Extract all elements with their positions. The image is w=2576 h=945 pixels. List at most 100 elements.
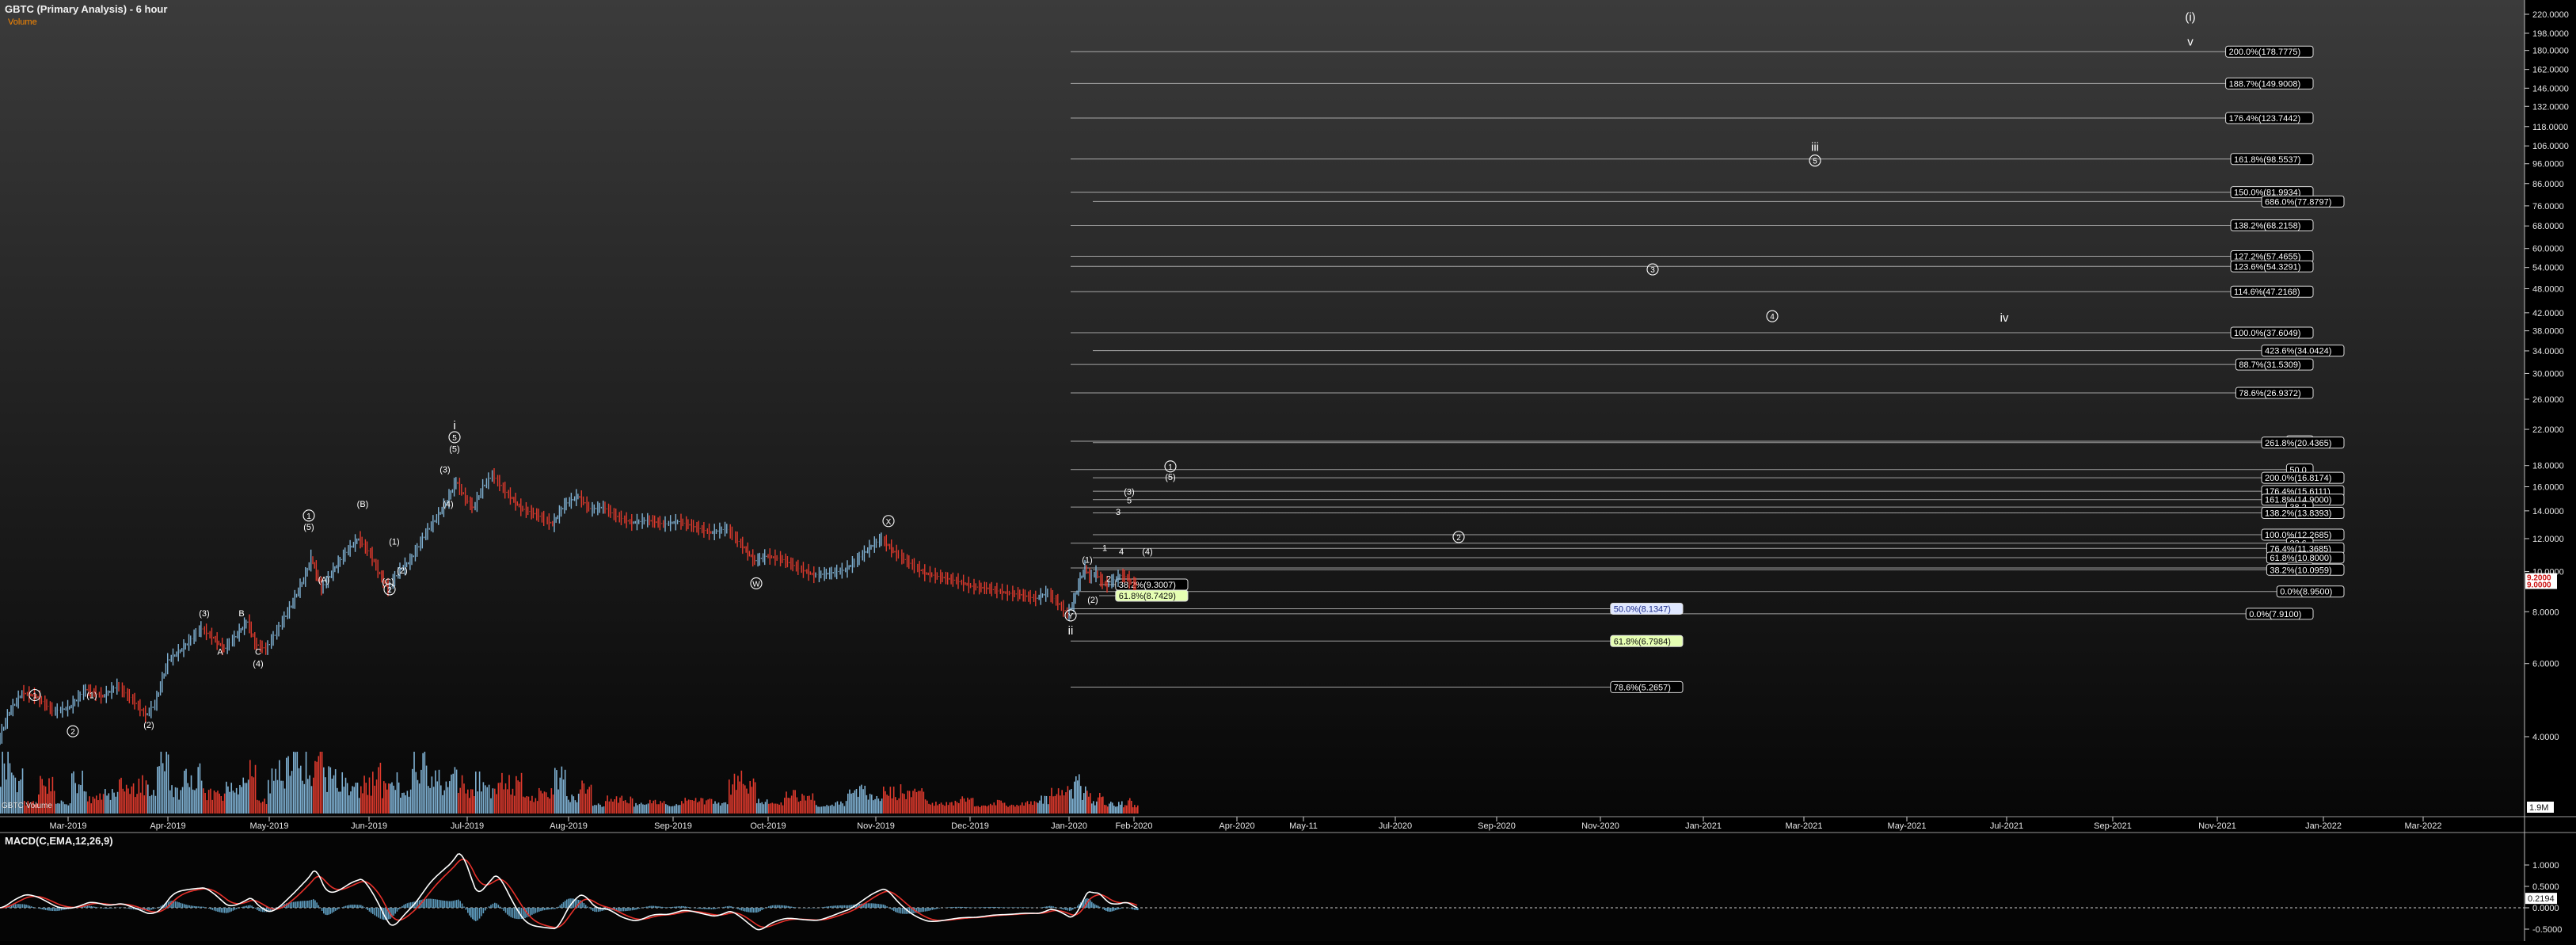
macd-histogram-bar (683, 906, 684, 908)
macd-histogram-bar (1013, 907, 1014, 908)
macd-histogram-bar (17, 904, 18, 908)
macd-histogram-bar (714, 908, 716, 909)
volume-bar (1085, 787, 1086, 814)
volume-bar (755, 782, 756, 814)
volume-bar (326, 792, 328, 814)
macd-histogram-bar (990, 907, 991, 908)
macd-histogram-bar (1115, 908, 1117, 910)
macd-histogram-bar (1113, 908, 1115, 911)
macd-histogram-bar (1069, 908, 1071, 911)
price-axis-label: 68.0000 (2532, 222, 2564, 231)
macd-histogram-bar (44, 908, 45, 909)
volume-bar (563, 779, 565, 814)
macd-histogram-bar (737, 908, 739, 909)
volume-bar (612, 802, 614, 814)
fib-level-label: 38.2%(9.3007) (1119, 581, 1176, 590)
volume-bar (332, 779, 333, 814)
volume-bar (819, 807, 820, 814)
macd-histogram-bar (313, 899, 314, 908)
volume-bar (264, 798, 265, 814)
volume-bar (508, 775, 510, 814)
macd-histogram-bar (474, 908, 475, 920)
volume-bar (930, 805, 931, 814)
macd-histogram-bar (45, 908, 47, 910)
macd-histogram-bar (177, 901, 178, 908)
volume-bar (790, 798, 791, 814)
volume-bar (549, 798, 550, 814)
macd-histogram-bar (782, 905, 784, 908)
volume-bar (902, 793, 904, 814)
volume-bar (566, 796, 568, 814)
volume-bar (896, 800, 898, 814)
volume-bar (429, 788, 431, 814)
volume-bar (948, 805, 949, 814)
volume-bar (911, 797, 912, 814)
volume-bar (409, 797, 410, 814)
volume-bar (928, 804, 930, 814)
volume-bar (741, 771, 743, 814)
volume-bar (279, 760, 280, 814)
volume-bar (642, 804, 644, 814)
wave-label: (A) (318, 576, 330, 585)
volume-bar (557, 790, 559, 814)
macd-histogram-bar (1118, 908, 1120, 909)
volume-bar (1115, 806, 1117, 814)
volume-bar (786, 791, 787, 814)
macd-histogram-bar (31, 906, 32, 908)
volume-bar (578, 794, 580, 814)
x-axis-label: Aug-2019 (550, 821, 588, 831)
macd-histogram-bar (335, 908, 337, 911)
macd-histogram-bar (749, 908, 751, 913)
macd-histogram-bar (644, 907, 645, 908)
volume-bar (168, 754, 169, 814)
macd-histogram-bar (547, 908, 549, 909)
macd-histogram-bar (939, 908, 941, 909)
volume-bar (360, 787, 362, 814)
volume-bar (189, 787, 191, 814)
volume-bar (365, 783, 367, 814)
macd-histogram-bar (54, 908, 55, 911)
volume-bar (82, 771, 83, 814)
volume-bar (614, 799, 615, 814)
macd-histogram-bar (332, 908, 333, 913)
volume-bar (472, 790, 474, 814)
volume-bar (1096, 802, 1098, 814)
volume-bar (140, 793, 142, 814)
volume-bar (323, 768, 325, 814)
fib-level-label: 61.8%(10.8000) (2270, 554, 2331, 563)
volume-bar (1136, 807, 1137, 814)
volume-bar (66, 804, 67, 814)
macd-histogram-bar (429, 899, 431, 908)
volume-bar (146, 780, 147, 814)
macd-histogram-bar (1132, 908, 1134, 909)
macd-histogram-bar (871, 903, 873, 908)
volume-bar (868, 800, 869, 814)
macd-histogram-bar (500, 907, 501, 908)
macd-histogram-bar (948, 907, 949, 908)
macd-histogram-bar (585, 905, 587, 908)
macd-histogram-bar (993, 907, 995, 908)
volume-bar (835, 802, 836, 814)
volume-bar (201, 781, 203, 814)
volume-bar (391, 783, 393, 814)
volume-bar (1126, 806, 1128, 814)
volume-bar (369, 778, 371, 814)
macd-histogram-bar (823, 907, 824, 908)
volume-bar (374, 786, 375, 814)
macd-histogram-bar (591, 908, 592, 909)
volume-bar (605, 801, 607, 814)
macd-histogram-bar (531, 908, 533, 915)
volume-bar (1091, 803, 1093, 814)
fib-level-label: 78.6%(26.9372) (2239, 389, 2300, 398)
volume-bar (538, 788, 540, 814)
macd-histogram-bar (637, 908, 638, 909)
macd-histogram-bar (710, 908, 711, 909)
volume-bar (675, 804, 677, 814)
x-axis-label: Apr-2020 (1219, 821, 1254, 831)
wave-label: 5 (452, 434, 457, 443)
macd-histogram-bar (1077, 905, 1079, 908)
volume-bar (257, 800, 258, 814)
volume-bar (452, 774, 454, 814)
volume-bar (291, 771, 293, 814)
macd-panel-background (0, 833, 2525, 941)
